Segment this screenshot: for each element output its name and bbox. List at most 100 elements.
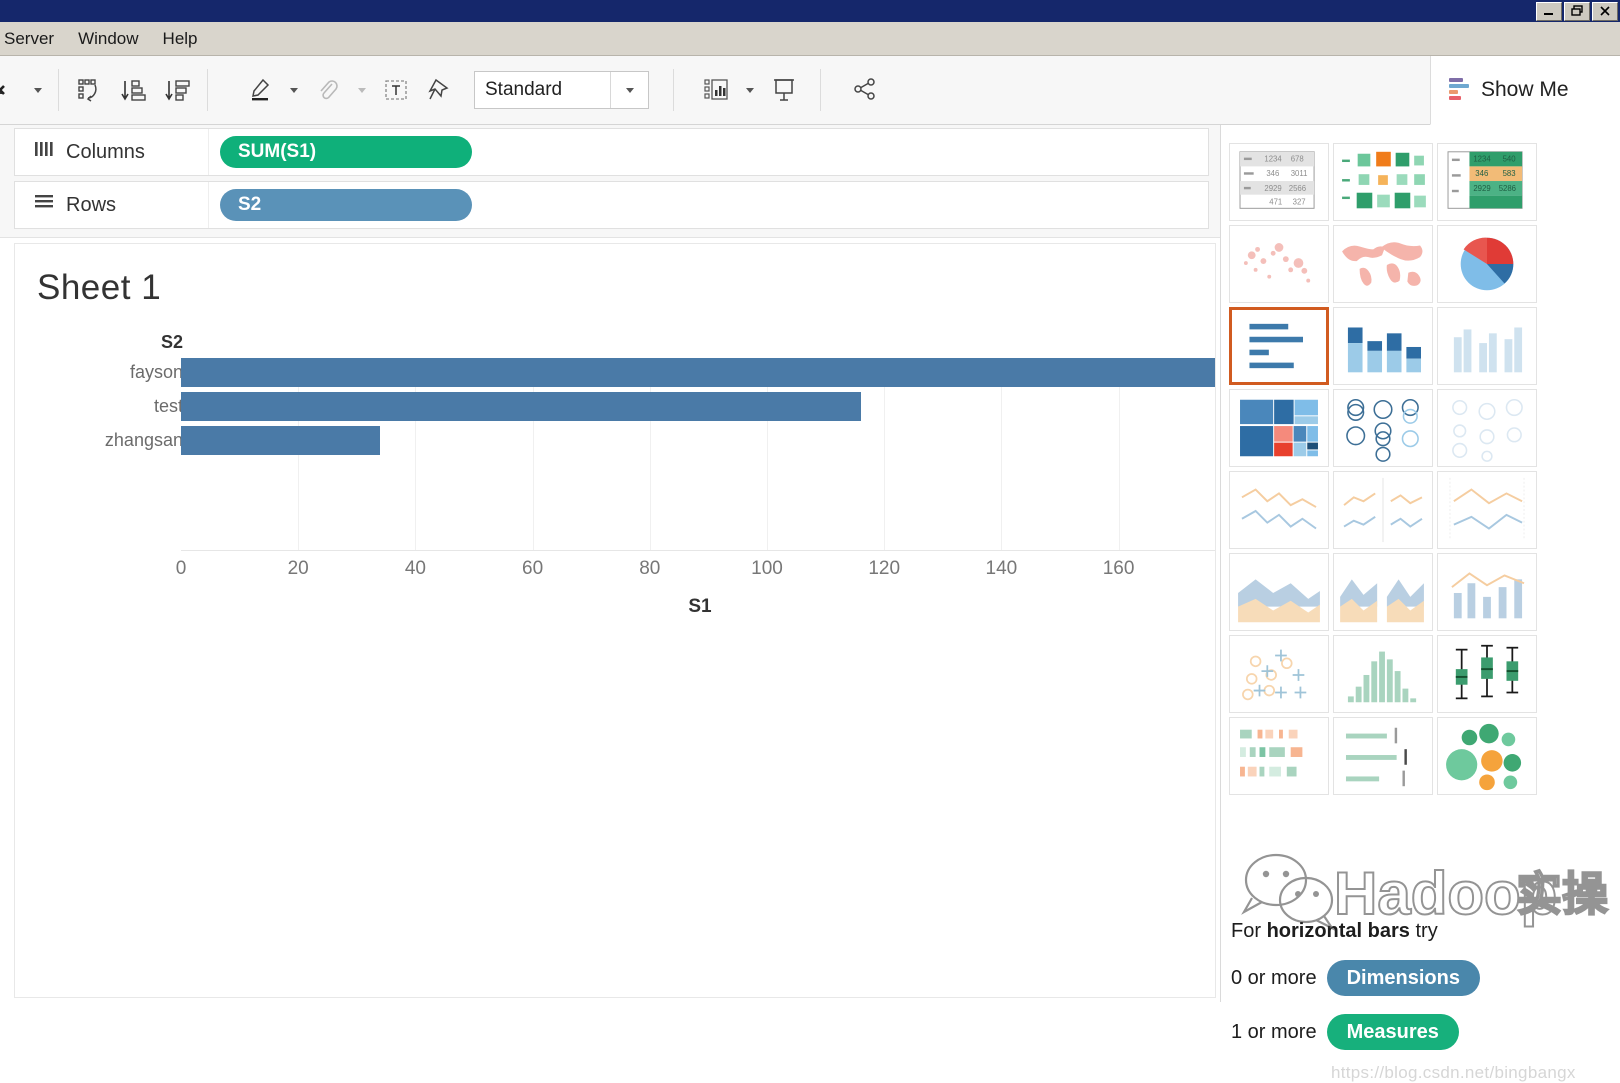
- fit-icon[interactable]: [694, 68, 738, 112]
- worksheet-canvas[interactable]: Sheet 1 S2 S1 fayson test zhangsan 0 20 40 60 8…: [14, 243, 1216, 998]
- thumb-packed-bubbles[interactable]: [1437, 717, 1537, 795]
- close-button[interactable]: [1592, 1, 1618, 21]
- columns-shelf[interactable]: Columns SUM(S1): [14, 128, 1209, 176]
- columns-shelf-label-group: Columns: [15, 129, 209, 175]
- svg-text:2566: 2566: [1289, 184, 1306, 193]
- svg-text:346: 346: [1475, 169, 1488, 178]
- pill-s2[interactable]: S2: [220, 189, 472, 221]
- minimize-button[interactable]: [1536, 1, 1562, 21]
- toolbar-group-view: [694, 56, 806, 124]
- thumb-circle-views[interactable]: [1333, 389, 1433, 467]
- chevron-down-icon[interactable]: [26, 68, 50, 112]
- columns-label: Columns: [66, 140, 145, 163]
- x-tick-label: 140: [985, 558, 1018, 579]
- thumb-histogram[interactable]: [1333, 635, 1433, 713]
- svg-text:2929: 2929: [1264, 184, 1281, 193]
- thumb-side-by-side-circle-views[interactable]: [1437, 389, 1537, 467]
- svg-text:1234: 1234: [1473, 155, 1491, 164]
- chevron-down-icon-2[interactable]: [282, 68, 306, 112]
- x-tick-label: 120: [868, 558, 901, 579]
- thumb-symbol-map[interactable]: [1229, 225, 1329, 303]
- menu-item-window[interactable]: Window: [66, 27, 150, 51]
- thumb-dual-lines[interactable]: [1437, 471, 1537, 549]
- show-me-button[interactable]: Show Me: [1430, 56, 1620, 125]
- rows-shelf[interactable]: Rows S2: [14, 181, 1209, 229]
- requirement-dimensions-pill: Dimensions: [1326, 960, 1480, 996]
- pin-icon[interactable]: [418, 68, 462, 112]
- x-tick-label: 20: [287, 558, 309, 579]
- requirement-dimensions: 0 or more Dimensions: [1231, 960, 1611, 996]
- thumb-stacked-bars[interactable]: [1333, 307, 1433, 385]
- text-box-icon[interactable]: [374, 68, 418, 112]
- svg-text:583: 583: [1503, 169, 1516, 178]
- chevron-down-icon-3[interactable]: [350, 68, 374, 112]
- show-me-icon: [1449, 78, 1471, 102]
- thumb-treemap[interactable]: [1229, 389, 1329, 467]
- rows-label: Rows: [66, 193, 117, 216]
- thumb-side-by-side-bars[interactable]: [1437, 307, 1537, 385]
- x-tick-label: 60: [522, 558, 544, 579]
- share-icon[interactable]: [843, 68, 887, 112]
- toolbar-divider-2: [207, 69, 208, 111]
- thumb-highlight-table[interactable]: 1234 540 346 583 2929 5286: [1437, 143, 1537, 221]
- fit-dropdown[interactable]: Standard: [474, 71, 649, 109]
- bar[interactable]: [181, 358, 1215, 387]
- hint-bold: horizontal bars: [1266, 920, 1410, 942]
- bar[interactable]: [181, 426, 381, 455]
- chevron-down-icon-fit[interactable]: [610, 72, 648, 108]
- menu-item-server[interactable]: Server: [0, 27, 66, 51]
- toolbar-group-undo: [0, 56, 50, 124]
- thumb-lines-discrete[interactable]: [1333, 471, 1433, 549]
- menu-bar: Server Window Help: [0, 22, 1620, 56]
- thumb-filled-map[interactable]: [1333, 225, 1433, 303]
- highlighter-icon[interactable]: [238, 68, 282, 112]
- thumb-pie-chart[interactable]: [1437, 225, 1537, 303]
- toolbar-group-annotate: [238, 56, 462, 124]
- fit-dropdown-value: Standard: [485, 79, 563, 100]
- x-tick-label: 80: [639, 558, 661, 579]
- chevron-down-icon-4[interactable]: [738, 68, 762, 112]
- thumb-bullet-graph[interactable]: [1333, 717, 1433, 795]
- bar-chart[interactable]: S2 S1 fayson test zhangsan 0 20 40 60 80 100 120 1…: [15, 332, 1215, 662]
- bar[interactable]: [181, 392, 861, 421]
- row-label: test: [153, 396, 183, 416]
- hint-suffix: try: [1409, 920, 1438, 942]
- thumb-dual-combination[interactable]: [1437, 553, 1537, 631]
- svg-text:678: 678: [1291, 155, 1304, 164]
- paperclip-icon[interactable]: [306, 68, 350, 112]
- x-tick-label: 160: [1102, 558, 1135, 579]
- thumb-area-charts-discrete[interactable]: [1333, 553, 1433, 631]
- show-me-hint: For horizontal bars try 0 or more Dimens…: [1231, 920, 1611, 1050]
- thumb-continuous-lines[interactable]: [1229, 471, 1329, 549]
- sheet-title: Sheet 1: [37, 268, 162, 307]
- x-axis-line: [181, 550, 1215, 551]
- sort-descending-icon[interactable]: [155, 68, 199, 112]
- thumb-scatter-plot[interactable]: [1229, 635, 1329, 713]
- presentation-mode-icon[interactable]: [762, 68, 806, 112]
- thumb-box-and-whisker-plot[interactable]: [1437, 635, 1537, 713]
- undo-redo-icon[interactable]: [0, 68, 26, 112]
- x-axis-title: S1: [688, 596, 712, 617]
- menu-item-help[interactable]: Help: [151, 27, 210, 51]
- requirement-dimensions-text: 0 or more: [1231, 967, 1317, 989]
- thumb-heat-map[interactable]: [1333, 143, 1433, 221]
- sort-ascending-icon[interactable]: [111, 68, 155, 112]
- svg-text:346: 346: [1266, 169, 1279, 178]
- show-me-panel: 1234 678 346 3011 2929 2566 471 327 1234…: [1220, 125, 1620, 1082]
- svg-text:3011: 3011: [1291, 169, 1308, 178]
- rows-icon: [33, 192, 55, 218]
- thumb-horizontal-bars[interactable]: [1229, 307, 1329, 385]
- row-label: zhangsan: [104, 430, 183, 450]
- thumb-gantt-chart[interactable]: [1229, 717, 1329, 795]
- svg-text:2929: 2929: [1473, 184, 1490, 193]
- title-bar: [0, 0, 1620, 22]
- restore-button[interactable]: [1564, 1, 1590, 21]
- x-tick-label: 40: [404, 558, 426, 579]
- swap-rows-columns-icon[interactable]: [67, 68, 111, 112]
- shelf-area: Columns SUM(S1) Rows S2: [0, 125, 1220, 237]
- thumb-text-table[interactable]: 1234 678 346 3011 2929 2566 471 327: [1229, 143, 1329, 221]
- svg-text:471: 471: [1269, 197, 1282, 206]
- thumb-area-charts-continuous[interactable]: [1229, 553, 1329, 631]
- svg-text:5286: 5286: [1499, 184, 1516, 193]
- pill-sum-s1[interactable]: SUM(S1): [220, 136, 472, 168]
